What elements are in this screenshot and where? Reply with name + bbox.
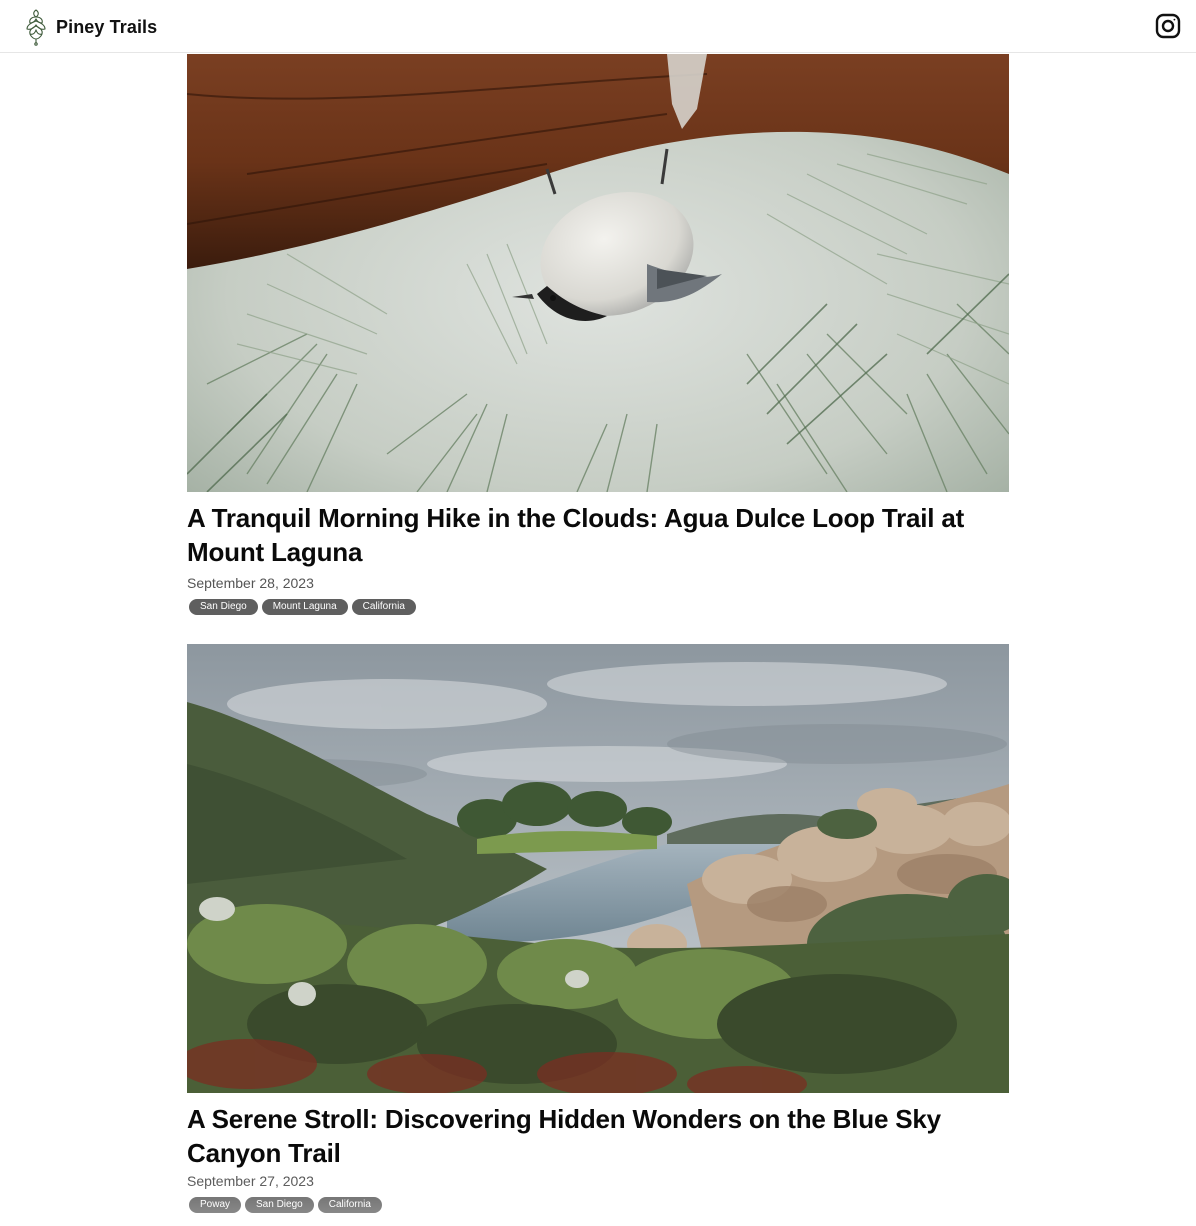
tag-chip[interactable]: California bbox=[351, 599, 416, 615]
instagram-link[interactable] bbox=[1155, 13, 1181, 39]
post-image-link[interactable] bbox=[187, 644, 1009, 1093]
post-image-link[interactable] bbox=[187, 54, 1009, 492]
post-card: A Tranquil Morning Hike in the Clouds: A… bbox=[187, 54, 1009, 615]
tag-list: Poway San Diego California bbox=[187, 1197, 1009, 1213]
post-title[interactable]: A Serene Stroll: Discovering Hidden Wond… bbox=[187, 1102, 1009, 1170]
nuthatch-photo bbox=[187, 54, 1009, 492]
top-navigation-bar: Piney Trails bbox=[0, 0, 1196, 53]
tag-chip[interactable]: Poway bbox=[189, 1197, 242, 1213]
post-title[interactable]: A Tranquil Morning Hike in the Clouds: A… bbox=[187, 501, 1009, 569]
tag-chip[interactable]: San Diego bbox=[245, 1197, 314, 1213]
site-title: Piney Trails bbox=[56, 16, 158, 37]
post-date: September 28, 2023 bbox=[187, 575, 314, 591]
instagram-icon bbox=[1155, 13, 1181, 39]
post-date: September 27, 2023 bbox=[187, 1173, 314, 1189]
tag-chip[interactable]: California bbox=[317, 1197, 382, 1213]
tag-chip[interactable]: San Diego bbox=[189, 599, 258, 615]
tag-chip[interactable]: Mount Laguna bbox=[261, 599, 348, 615]
pinecone-icon bbox=[22, 8, 50, 46]
post-card: A Serene Stroll: Discovering Hidden Wond… bbox=[187, 644, 1009, 1213]
lake-canyon-photo bbox=[187, 644, 1009, 1093]
site-home-link[interactable]: Piney Trails bbox=[22, 8, 157, 46]
tag-list: San Diego Mount Laguna California bbox=[187, 599, 1009, 615]
